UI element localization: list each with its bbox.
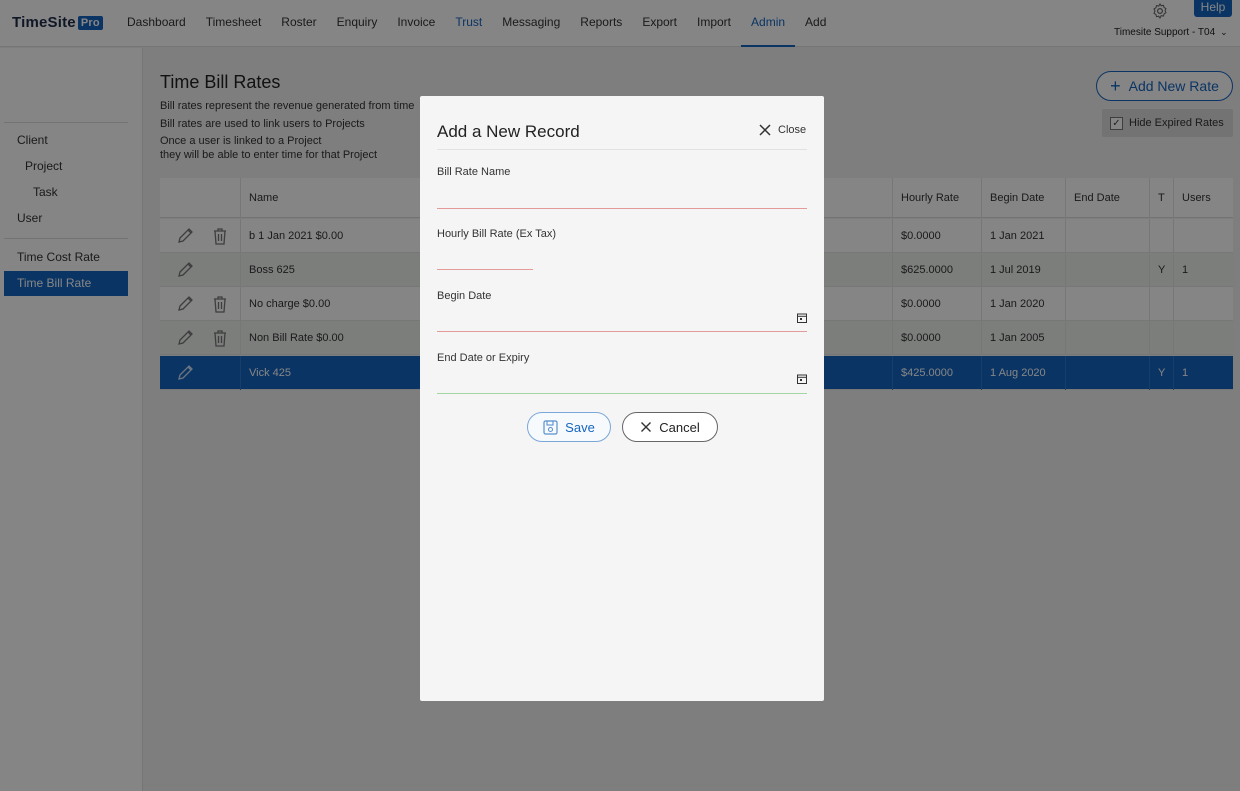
close-button[interactable]: Close [758,123,806,137]
hourly-rate-label: Hourly Bill Rate (Ex Tax) [437,228,556,240]
dialog-divider [437,149,807,150]
begin-date-input[interactable] [437,310,807,332]
dialog-title: Add a New Record [437,122,580,141]
bill-rate-name-input[interactable] [437,187,807,209]
cancel-label: Cancel [659,419,700,435]
close-label: Close [778,124,807,136]
close-icon [641,422,652,432]
save-label: Save [565,419,595,435]
calendar-icon[interactable] [797,313,807,323]
end-date-label: End Date or Expiry [437,352,530,364]
save-icon [543,419,558,435]
end-date-input[interactable] [437,372,807,394]
bill-rate-name-label: Bill Rate Name [437,166,511,178]
begin-date-label: Begin Date [437,290,492,302]
cancel-button[interactable]: Cancel [622,412,718,442]
hourly-rate-input[interactable] [437,248,533,270]
calendar-icon[interactable] [797,374,807,384]
save-button[interactable]: Save [527,412,611,442]
close-icon [759,124,771,136]
add-record-dialog: Add a New Record Close Bill Rate Name Ho… [420,96,824,701]
